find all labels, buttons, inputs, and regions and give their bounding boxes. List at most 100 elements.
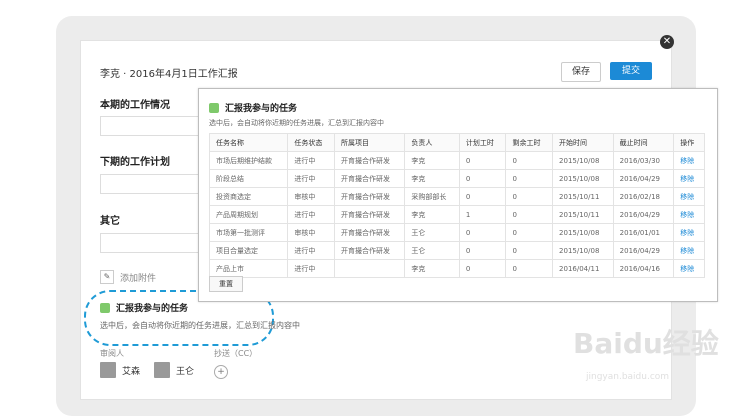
task-start: 2016/04/11 <box>552 259 614 278</box>
task-remaining: 0 <box>505 223 554 242</box>
task-start: 2015/10/11 <box>552 205 614 224</box>
popup-title-row[interactable]: 汇报我参与的任务 <box>209 101 297 114</box>
reviewer-1[interactable]: 艾森 <box>100 362 140 378</box>
watermark-logo: Baidu经验 <box>573 327 719 360</box>
column-header: 所属项目 <box>333 133 406 152</box>
task-owner: 李克 <box>404 259 460 278</box>
column-header: 开始时间 <box>552 133 614 152</box>
submit-button[interactable]: 提交 <box>610 62 652 80</box>
task-planned: 1 <box>458 205 507 224</box>
current-work-input[interactable] <box>100 116 212 136</box>
task-owner: 采购部部长 <box>404 187 460 206</box>
task-status: 进行中 <box>287 241 335 260</box>
task-project <box>333 259 406 278</box>
task-remaining: 0 <box>505 169 554 188</box>
add-cc-icon[interactable]: + <box>214 365 228 379</box>
task-name: 产品上市 <box>208 259 289 278</box>
task-start: 2015/10/08 <box>552 169 614 188</box>
paperclip-icon: ✎ <box>100 270 114 284</box>
table-row: 市场第一批测评 审核中 开育撮合作研发 王仑 0 0 2015/10/08 20… <box>208 223 705 242</box>
watermark-url: jingyan.baidu.com <box>586 372 670 382</box>
task-planned: 0 <box>458 259 507 278</box>
task-planned: 0 <box>458 187 507 206</box>
task-name: 投资商选定 <box>208 187 289 206</box>
task-end: 2016/04/29 <box>612 169 675 188</box>
avatar <box>100 362 116 378</box>
table-row: 阶段总结 进行中 开育撮合作研发 李克 0 0 2015/10/08 2016/… <box>208 169 705 188</box>
table-row: 产品周期规划 进行中 开育撮合作研发 李克 1 0 2015/10/11 201… <box>208 205 705 224</box>
checkbox-icon[interactable] <box>100 302 110 313</box>
task-planned: 0 <box>458 223 507 242</box>
remove-link[interactable]: 移除 <box>680 157 694 165</box>
close-icon[interactable]: ✕ <box>660 35 674 49</box>
tasks-popup: 汇报我参与的任务 选中后，会自动将你近期的任务进展，汇总到汇报内容中 任务名称 … <box>198 88 718 302</box>
task-remaining: 0 <box>505 205 554 224</box>
task-status: 审核中 <box>287 223 335 242</box>
task-start: 2015/10/08 <box>552 223 614 242</box>
reviewer-2[interactable]: 王仑 <box>154 362 194 378</box>
reset-button[interactable]: 重置 <box>209 276 243 292</box>
task-owner: 李克 <box>404 205 460 224</box>
remove-link[interactable]: 移除 <box>680 247 694 255</box>
report-tasks-toggle[interactable]: 汇报我参与的任务 <box>100 301 188 314</box>
task-start: 2015/10/08 <box>552 151 614 170</box>
task-remaining: 0 <box>505 151 554 170</box>
task-end: 2016/04/16 <box>612 259 675 278</box>
column-header: 操作 <box>673 133 705 152</box>
task-remaining: 0 <box>505 241 554 260</box>
next-plan-input[interactable] <box>100 174 212 194</box>
popup-desc: 选中后，会自动将你近期的任务进展，汇总到汇报内容中 <box>209 119 384 127</box>
section-other-title: 其它 <box>100 216 120 227</box>
report-tasks-title: 汇报我参与的任务 <box>116 304 189 314</box>
task-status: 进行中 <box>287 151 335 170</box>
task-project: 开育撮合作研发 <box>333 187 406 206</box>
section-current-title: 本期的工作情况 <box>100 100 170 111</box>
reviewer-label: 审阅人 <box>100 349 124 358</box>
column-header: 任务名称 <box>208 133 289 152</box>
task-planned: 0 <box>458 169 507 188</box>
other-input[interactable] <box>100 233 212 253</box>
remove-link-cell: 移除 <box>673 259 705 278</box>
task-name: 项目合量选定 <box>208 241 289 260</box>
save-button[interactable]: 保存 <box>561 62 601 82</box>
checkbox-icon[interactable] <box>209 102 219 113</box>
task-end: 2016/03/30 <box>612 151 675 170</box>
remove-link-cell: 移除 <box>673 151 705 170</box>
task-end: 2016/04/29 <box>612 205 675 224</box>
remove-link[interactable]: 移除 <box>680 265 694 273</box>
task-status: 进行中 <box>287 259 335 278</box>
reviewer-name: 王仑 <box>176 366 195 377</box>
table-row: 产品上市 进行中 李克 0 0 2016/04/11 2016/04/16 移除 <box>208 259 705 278</box>
task-owner: 李克 <box>404 151 460 170</box>
remove-link[interactable]: 移除 <box>680 229 694 237</box>
table-row: 项目合量选定 进行中 开育撮合作研发 王仑 0 0 2015/10/08 201… <box>208 241 705 260</box>
remove-link[interactable]: 移除 <box>680 175 694 183</box>
task-status: 审核中 <box>287 187 335 206</box>
report-tasks-desc: 选中后，会自动将你近期的任务进展，汇总到汇报内容中 <box>100 321 300 330</box>
section-next-title: 下期的工作计划 <box>100 157 170 168</box>
task-project: 开育撮合作研发 <box>333 223 406 242</box>
column-header: 任务状态 <box>287 133 335 152</box>
add-attachment-button[interactable]: ✎ 添加附件 <box>100 270 156 284</box>
avatar <box>154 362 170 378</box>
reviewer-name: 艾森 <box>122 366 141 377</box>
task-end: 2016/02/18 <box>612 187 675 206</box>
task-name: 市场第一批测评 <box>208 223 289 242</box>
remove-link[interactable]: 移除 <box>680 193 694 201</box>
cc-label: 抄送（CC） <box>214 349 258 358</box>
remove-link[interactable]: 移除 <box>680 211 694 219</box>
task-name: 阶段总结 <box>208 169 289 188</box>
task-name: 市场后期维护结款 <box>208 151 289 170</box>
task-end: 2016/04/29 <box>612 241 675 260</box>
remove-link-cell: 移除 <box>673 241 705 260</box>
task-owner: 王仑 <box>404 241 460 260</box>
task-remaining: 0 <box>505 259 554 278</box>
tasks-table: 任务名称 任务状态 所属项目 负责人 计划工时 剩余工时 开始时间 截止时间 操… <box>208 133 705 278</box>
task-project: 开育撮合作研发 <box>333 169 406 188</box>
task-name: 产品周期规划 <box>208 205 289 224</box>
task-project: 开育撮合作研发 <box>333 151 406 170</box>
column-header: 剩余工时 <box>505 133 554 152</box>
page-title: 李克 · 2016年4月1日工作汇报 <box>100 69 238 80</box>
column-header: 计划工时 <box>458 133 507 152</box>
column-header: 截止时间 <box>612 133 675 152</box>
